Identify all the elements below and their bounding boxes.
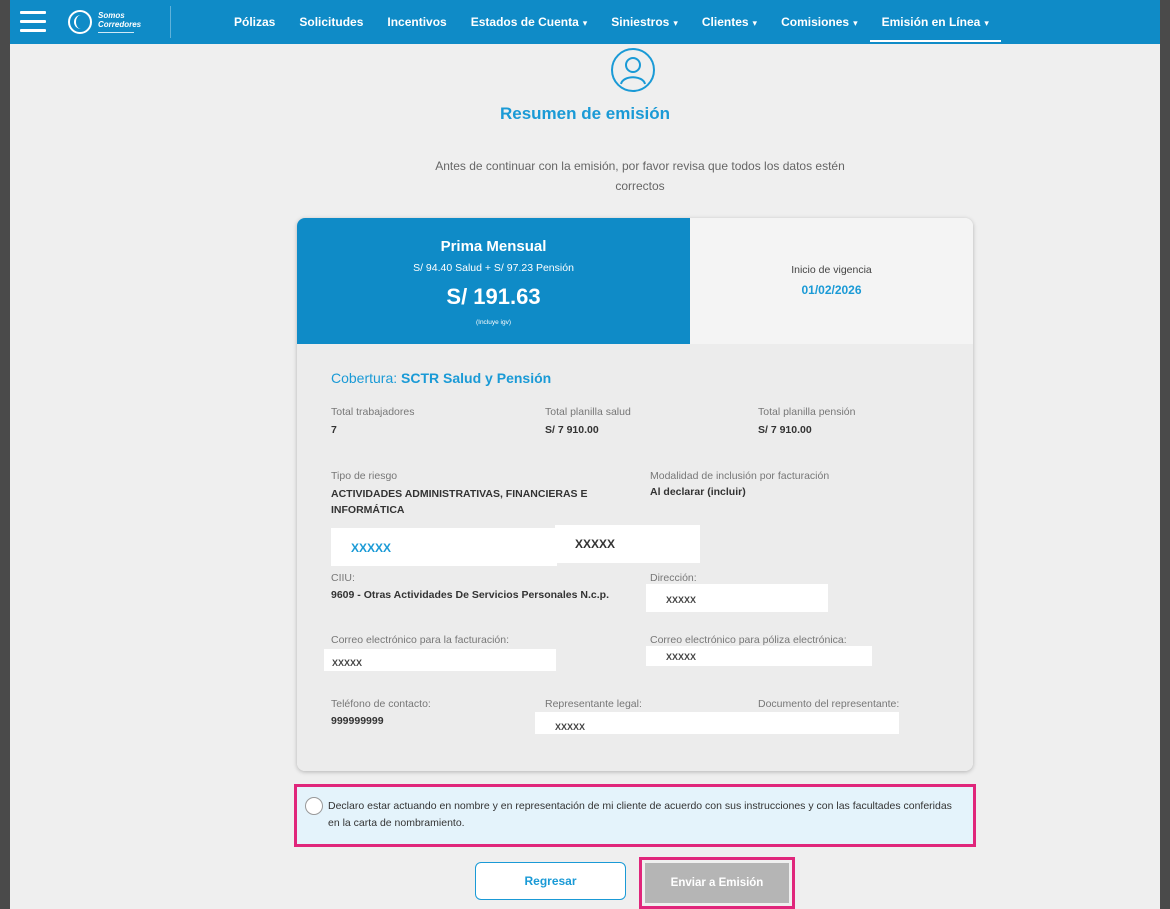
planilla-salud-value: S/ 7 910.00: [545, 424, 599, 436]
representante-label: Representante legal:: [545, 698, 642, 710]
nav-comisiones[interactable]: Comisiones ▾: [769, 0, 870, 44]
prima-panel: Prima Mensual S/ 94.40 Salud + S/ 97.23 …: [297, 218, 690, 344]
correo-facturacion-label: Correo electrónico para la facturación:: [331, 634, 510, 646]
direccion-value: XXXXX: [666, 595, 697, 605]
direccion-value-box: XXXXX: [646, 584, 828, 612]
nav-emision-en-linea[interactable]: Emisión en Línea ▾: [869, 0, 1002, 44]
correo-poliza-box: XXXXX: [646, 646, 872, 666]
send-button-highlight: Enviar a Emisión: [639, 857, 795, 909]
chevron-down-icon: ▾: [984, 18, 989, 28]
divider: [170, 6, 171, 38]
declaration-box: Declaro estar actuando en nombre y en re…: [294, 784, 976, 847]
coverage-name: SCTR Salud y Pensión: [401, 370, 552, 386]
tipo-riesgo-value: ACTIVIDADES ADMINISTRATIVAS, FINANCIERAS…: [331, 488, 588, 516]
chevron-down-icon: ▾: [752, 18, 758, 28]
logo[interactable]: Somos Corredores: [68, 6, 141, 38]
nav-siniestros[interactable]: Siniestros ▾: [599, 0, 690, 44]
telefono-value: 999999999: [331, 715, 384, 727]
direccion-label: Dirección:: [650, 572, 697, 584]
chevron-down-icon: ▾: [582, 18, 588, 28]
prima-title: Prima Mensual: [440, 238, 547, 255]
planilla-pension-label: Total planilla pensión: [758, 406, 856, 418]
nav-solicitudes[interactable]: Solicitudes: [287, 0, 375, 44]
coverage-heading: Cobertura: SCTR Salud y Pensión: [331, 370, 552, 386]
representante-value: XXXXX: [555, 722, 586, 732]
top-navigation-bar: Somos Corredores Pólizas Solicitudes Inc…: [10, 0, 1160, 44]
vigencia-value: 01/02/2026: [801, 283, 862, 297]
hamburger-menu-icon[interactable]: [20, 11, 46, 33]
send-to-emission-button[interactable]: Enviar a Emisión: [645, 863, 789, 903]
logo-line2: Corredores: [98, 20, 142, 29]
summary-card: Prima Mensual S/ 94.40 Salud + S/ 97.23 …: [297, 218, 973, 771]
page: Somos Corredores Pólizas Solicitudes Inc…: [10, 0, 1160, 909]
back-button[interactable]: Regresar: [475, 862, 626, 900]
declaration-radio[interactable]: [305, 797, 323, 815]
prima-total: S/ 191.63: [446, 284, 541, 309]
nav-incentivos[interactable]: Incentivos: [375, 0, 458, 44]
correo-poliza-value: XXXXX: [666, 652, 697, 662]
coverage-details: Cobertura: SCTR Salud y Pensión Total tr…: [297, 344, 973, 771]
correo-poliza-label: Correo electrónico para póliza electróni…: [650, 634, 847, 646]
page-title: Resumen de emisión: [499, 104, 671, 123]
nav-polizas[interactable]: Pólizas: [222, 0, 287, 44]
planilla-salud-label: Total planilla salud: [545, 406, 631, 418]
declaration-text: Declaro estar actuando en nombre y en re…: [328, 800, 952, 829]
modalidad-label: Modalidad de inclusión por facturación: [650, 470, 830, 482]
logo-circle-icon: [68, 10, 92, 34]
page-subtitle: Antes de continuar con la emisión, por f…: [435, 159, 845, 193]
masked-field-2: XXXXX: [555, 525, 700, 563]
nav-estados-de-cuenta[interactable]: Estados de Cuenta ▾: [459, 0, 600, 44]
user-icon: [611, 48, 655, 92]
masked-field-1: XXXXX: [331, 528, 557, 566]
total-trabajadores-label: Total trabajadores: [331, 406, 415, 418]
representante-box: XXXXX: [535, 712, 899, 734]
ciiu-label: CIIU:: [331, 572, 355, 584]
telefono-label: Teléfono de contacto:: [331, 698, 431, 710]
vigencia-label: Inicio de vigencia: [791, 264, 872, 276]
tipo-riesgo-label: Tipo de riesgo: [331, 470, 398, 482]
prima-breakdown: S/ 94.40 Salud + S/ 97.23 Pensión: [413, 262, 574, 274]
chevron-down-icon: ▾: [673, 18, 678, 28]
documento-label: Documento del representante:: [758, 698, 900, 710]
prima-note: (Incluye igv): [475, 319, 512, 326]
ciiu-value: 9609 - Otras Actividades De Servicios Pe…: [331, 589, 609, 601]
main-nav: Pólizas Solicitudes Incentivos Estados d…: [222, 0, 1002, 44]
correo-facturacion-box: XXXXX: [324, 649, 556, 671]
vigencia-panel: Inicio de vigencia 01/02/2026: [690, 218, 973, 344]
nav-clientes[interactable]: Clientes ▾: [690, 0, 769, 44]
total-trabajadores-value: 7: [331, 424, 337, 436]
modalidad-value: Al declarar (incluir): [650, 486, 746, 498]
correo-facturacion-value: XXXXX: [332, 658, 363, 668]
planilla-pension-value: S/ 7 910.00: [758, 424, 812, 436]
chevron-down-icon: ▾: [853, 18, 858, 28]
logo-line1: Somos: [98, 11, 125, 20]
